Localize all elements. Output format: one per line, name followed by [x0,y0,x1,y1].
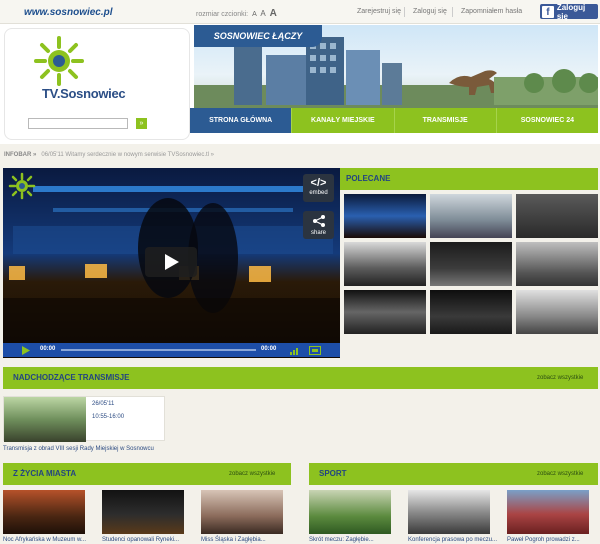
font-size-label: rozmiar czcionki: [196,11,249,18]
upcoming-date: 26/05'11 [92,401,115,407]
recommended-thumb[interactable] [430,194,512,238]
font-size-large[interactable]: A [270,8,277,19]
time-total: 00:00 [261,346,277,352]
embed-button[interactable]: </> embed [303,174,334,202]
logo-text[interactable]: TV.Sosnowiec [42,86,126,101]
time-current: 00:00 [40,346,56,352]
play-button-large[interactable] [145,247,197,277]
login-link[interactable]: Zaloguj się [413,8,447,15]
recommended-grid [344,194,600,340]
sport-title: SPORT [319,469,347,478]
recommended-thumb[interactable] [430,242,512,286]
sun-logo-icon[interactable] [30,34,88,88]
sport-caption[interactable]: Skrót meczu: Zagłębie... [309,537,374,543]
recommended-thumb[interactable] [516,242,598,286]
play-icon [165,254,179,270]
fullscreen-icon[interactable] [309,346,321,355]
font-size-selector: rozmiar czcionki: A A A [196,8,277,19]
player-logo-icon [8,172,36,200]
upcoming-title: NADCHODZĄCE TRANSMISJE [13,373,130,382]
embed-label: embed [309,190,328,196]
upcoming-time: 10:55-16:00 [92,414,125,420]
divider [404,7,405,17]
recommended-thumb[interactable] [344,194,426,238]
sport-caption[interactable]: Paweł Pogroh prowadzi z... [507,537,580,543]
nav-item-home[interactable]: STRONA GŁÓWNA [190,108,293,133]
recommended-thumb[interactable] [430,290,512,334]
nav-item-city-channels[interactable]: KANAŁY MIEJSKIE [292,108,395,133]
search-input[interactable] [28,118,128,129]
nav-item-broadcasts[interactable]: TRANSMISJE [395,108,497,133]
city-life-thumb[interactable] [201,490,283,534]
facebook-login-button[interactable]: f Zaloguj się [540,2,598,21]
city-life-header: Z ŻYCIA MIASTA zobacz wszystkie [3,463,291,485]
share-icon [312,215,325,227]
facebook-login-label: Zaloguj się [556,2,586,21]
player-control-bar: 00:00 00:00 [3,343,340,357]
forgot-password-link[interactable]: Zapomniałem hasła [461,8,522,15]
city-life-thumb[interactable] [3,490,85,534]
recommended-thumb[interactable] [344,290,426,334]
nav-item-sosnowiec24[interactable]: SOSNOWIEC 24 [497,108,598,133]
sport-see-all-link[interactable]: zobacz wszystkie [537,463,583,485]
share-button[interactable]: share [303,211,334,239]
sport-header: SPORT zobacz wszystkie [309,463,598,485]
city-life-caption[interactable]: Noc Afrykańska w Muzeum w... [3,537,86,543]
font-size-small[interactable]: A [252,11,256,18]
sport-thumb[interactable] [507,490,589,534]
upcoming-header: NADCHODZĄCE TRANSMISJE zobacz wszystkie [3,367,598,389]
banner-tagline: SOSNOWIEC ŁĄCZY [194,25,322,47]
infobar-label: INFOBAR » [4,152,37,158]
main-nav: STRONA GŁÓWNA KANAŁY MIEJSKIE TRANSMISJE… [190,108,598,133]
upcoming-item[interactable]: 26/05'11 10:55-16:00 [3,396,165,442]
upcoming-thumb[interactable] [4,397,86,442]
font-size-medium[interactable]: A [260,9,265,18]
site-url[interactable]: www.sosnowiec.pl [24,7,113,18]
infobar-text[interactable]: 06/05'11 Witamy serdecznie w nowym serwi… [41,152,214,158]
city-life-see-all-link[interactable]: zobacz wszystkie [229,463,275,485]
sport-caption[interactable]: Konferencja prasowa po meczu... [408,537,497,543]
city-life-caption[interactable]: Miss Śląska i Zagłębia... [201,537,266,543]
infobar: INFOBAR » 06/05'11 Witamy serdecznie w n… [0,148,600,162]
city-life-caption[interactable]: Studenci opanowali Ryneki... [102,537,179,543]
recommended-title: POLECANE [346,174,391,183]
register-link[interactable]: Zarejestruj się [357,8,401,15]
divider [452,7,453,17]
progress-bar[interactable] [61,349,256,351]
facebook-icon: f [542,5,554,18]
upcoming-caption[interactable]: Transmisja z obrad VIII sesji Rady Miejs… [3,446,154,452]
upcoming-see-all-link[interactable]: zobacz wszystkie [537,367,583,389]
city-life-title: Z ŻYCIA MIASTA [13,469,77,478]
city-life-thumb[interactable] [102,490,184,534]
play-small-icon[interactable] [21,346,30,355]
share-label: share [310,230,326,236]
sport-thumb[interactable] [408,490,490,534]
recommended-header: POLECANE [340,168,598,190]
recommended-thumb[interactable] [516,290,598,334]
code-icon: </> [310,177,327,189]
volume-icon[interactable] [290,346,300,355]
recommended-thumb[interactable] [516,194,598,238]
search-button[interactable]: » [136,118,147,129]
recommended-thumb[interactable] [344,242,426,286]
sport-thumb[interactable] [309,490,391,534]
